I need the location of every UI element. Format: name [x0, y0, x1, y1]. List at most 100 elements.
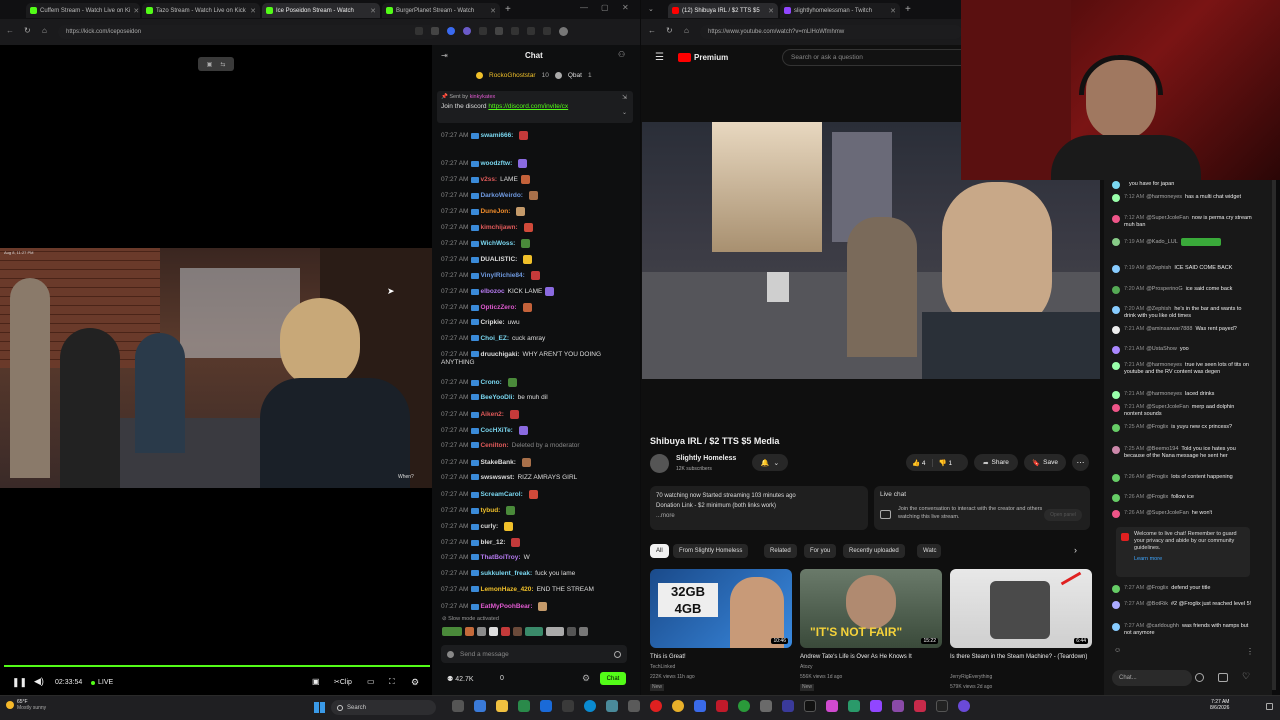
video-title[interactable]: This is Great! — [650, 653, 792, 661]
collapse-chat-icon[interactable]: ⇥ — [441, 51, 448, 60]
new-tab-icon[interactable]: + — [905, 4, 911, 15]
message-username[interactable]: woodzftw: — [480, 160, 512, 167]
live-chat-input[interactable]: Chat... — [1112, 670, 1192, 686]
top-user-name[interactable]: RockoGhoststar — [489, 72, 536, 79]
settings-icon[interactable]: ⚙ — [411, 677, 419, 688]
message-username[interactable]: @Froglix — [1146, 474, 1168, 480]
chevron-right-icon[interactable]: › — [1074, 545, 1077, 555]
hamburger-menu-icon[interactable]: ☰ — [655, 52, 664, 63]
user-avatar[interactable] — [1112, 362, 1120, 370]
emote-icon[interactable] — [546, 627, 564, 636]
home-icon[interactable]: ⌂ — [684, 26, 689, 35]
message-username[interactable]: Cripkie: — [480, 319, 504, 326]
user-avatar[interactable] — [1112, 265, 1120, 273]
weather-widget[interactable]: 65°F Mostly sunny — [6, 699, 46, 711]
emote-icon[interactable] — [489, 627, 498, 636]
emote-icon[interactable] — [465, 627, 474, 636]
app-icon[interactable] — [760, 700, 772, 712]
app-icon[interactable] — [958, 700, 970, 712]
video-channel[interactable]: TechLinked — [650, 664, 792, 671]
message-username[interactable]: @ProsperinoG — [1146, 286, 1182, 292]
message-username[interactable]: VinylRichie84: — [480, 272, 524, 279]
emote-bar[interactable] — [442, 627, 588, 636]
address-bar[interactable]: https://www.youtube.com/watch?v=mLlHoWfm… — [700, 25, 962, 39]
message-username[interactable]: ScreamCarol: — [480, 491, 522, 498]
message-username[interactable]: @Froglix — [1146, 424, 1168, 430]
app-icon[interactable] — [804, 700, 816, 712]
theater-icon[interactable]: ⇆ — [220, 61, 225, 68]
learn-more-link[interactable]: Learn more — [1134, 556, 1245, 563]
close-icon[interactable]: ✕ — [490, 7, 496, 15]
mini-player-icon[interactable]: ▣ — [312, 677, 320, 686]
chat-scrollbar[interactable] — [1272, 180, 1276, 690]
message-username[interactable]: EatMyPoohBear: — [480, 603, 532, 610]
user-avatar[interactable] — [1112, 446, 1120, 454]
extension-icons[interactable] — [415, 27, 568, 36]
extension-icon[interactable] — [463, 27, 471, 35]
channel-name[interactable]: Slightly Homeless — [676, 455, 736, 462]
user-avatar[interactable] — [1112, 601, 1120, 609]
address-bar[interactable]: https://kick.com/iceposeidon — [58, 25, 438, 39]
app-icon[interactable] — [540, 700, 552, 712]
settings-icon[interactable] — [543, 27, 551, 35]
emote-icon[interactable] — [525, 627, 543, 636]
message-username[interactable]: BeeYooDli: — [480, 394, 514, 401]
emote-icon[interactable] — [442, 627, 462, 636]
reactions-icon[interactable]: ☺ — [1114, 647, 1121, 654]
message-username[interactable]: @harmoneyes — [1146, 391, 1182, 397]
app-icon[interactable] — [936, 700, 948, 712]
user-avatar[interactable] — [1112, 346, 1120, 354]
chevron-down-icon[interactable]: ⌄ — [622, 109, 627, 116]
windows-start-icon[interactable] — [314, 702, 325, 713]
message-username[interactable]: ThatBoiTroy: — [480, 554, 520, 561]
app-icon[interactable] — [628, 700, 640, 712]
twitch-app-icon[interactable] — [870, 700, 882, 712]
app-icon[interactable] — [782, 700, 794, 712]
system-tray[interactable]: 7:27 AM 8/6/2026 — [1210, 699, 1229, 711]
message-username[interactable]: @SuperJcoleFan — [1146, 510, 1189, 516]
message-username[interactable]: @harmoneyes — [1146, 194, 1182, 200]
chip-recently-uploaded[interactable]: Recently uploaded — [843, 544, 905, 558]
message-username[interactable]: @UstaShow — [1146, 346, 1177, 352]
tab-youtube[interactable]: (12) Shibuya IRL / $2 TTS $5 ✕ — [668, 3, 778, 18]
heart-icon[interactable]: ♡ — [1242, 671, 1250, 682]
app-icon[interactable] — [694, 700, 706, 712]
adobe-icon[interactable] — [716, 700, 728, 712]
message-username[interactable]: @aminsarwar7888 — [1146, 326, 1192, 332]
close-icon[interactable]: ✕ — [133, 7, 139, 15]
task-view-icon[interactable] — [452, 700, 464, 712]
notification-bell-button[interactable]: 🔔 ⌄ — [752, 454, 788, 471]
edge-icon[interactable] — [584, 700, 596, 712]
chrome-icon[interactable] — [672, 700, 684, 712]
emote-icon[interactable] — [513, 627, 522, 636]
chip-for-you[interactable]: For you — [804, 544, 837, 558]
reload-icon[interactable]: ↻ — [666, 26, 673, 35]
user-avatar[interactable] — [1112, 306, 1120, 314]
extension-icon[interactable] — [495, 27, 503, 35]
reload-icon[interactable]: ↻ — [24, 26, 31, 35]
user-avatar[interactable] — [1112, 326, 1120, 334]
message-username[interactable]: @Froglix — [1146, 585, 1168, 591]
tab-ice-poseidon[interactable]: Ice Poseidon Stream - Watch ✕ — [262, 3, 380, 18]
minimize-icon[interactable]: — — [580, 3, 588, 12]
youtube-app-icon[interactable] — [650, 700, 662, 712]
fullscreen-icon[interactable]: ⛶ — [389, 677, 395, 687]
chat-send-button[interactable]: Chat — [600, 672, 626, 685]
progress-bar[interactable] — [4, 665, 430, 667]
extension-icon[interactable] — [447, 27, 455, 35]
channel-avatar[interactable] — [650, 454, 669, 473]
video-title[interactable]: Is there Steam in the Steam Machine? - (… — [950, 653, 1092, 661]
top-user-name[interactable]: Qbat — [568, 72, 582, 79]
message-username[interactable]: swswswst: — [480, 474, 514, 481]
message-username[interactable]: DuneJon: — [480, 208, 510, 215]
message-username[interactable]: @SuperJcoleFan — [1146, 215, 1189, 221]
user-avatar[interactable] — [1112, 391, 1120, 399]
chip-related[interactable]: Related — [764, 544, 797, 558]
message-username[interactable]: StakeBank: — [480, 459, 515, 466]
video-channel[interactable]: JerryRigEverything — [950, 674, 1092, 681]
message-username[interactable]: sukkulent_freak: — [480, 570, 532, 577]
message-username[interactable]: v2ss: — [480, 176, 497, 183]
message-username[interactable]: @BotRik — [1146, 601, 1168, 607]
xbox-icon[interactable] — [738, 700, 750, 712]
youtube-logo[interactable]: Premium — [678, 53, 728, 62]
